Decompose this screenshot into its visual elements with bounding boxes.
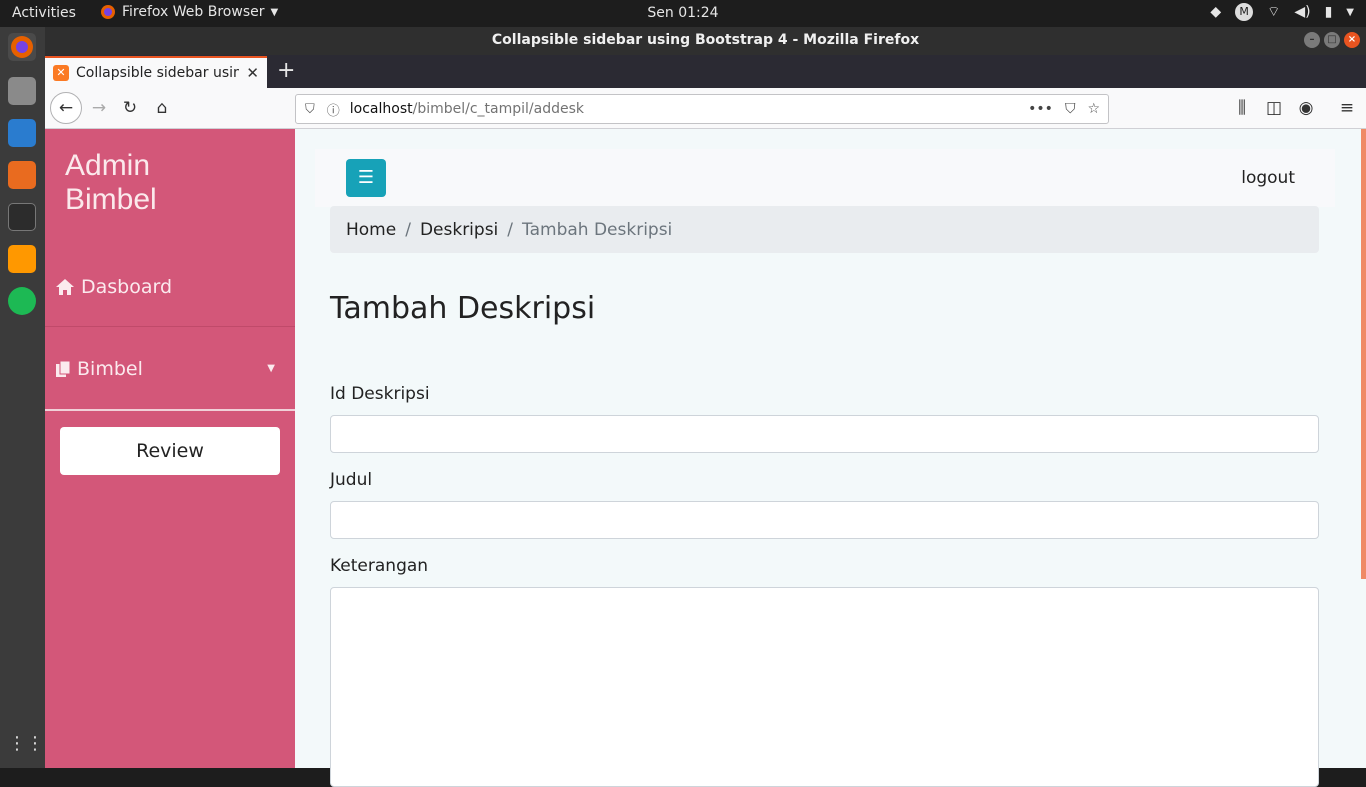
url-bar[interactable]: ⛉ ⓘ localhost/bimbel/c_tampil/addesk •••… (295, 94, 1109, 124)
xampp-favicon-icon: ✕ (53, 65, 69, 81)
firefox-window: Collapsible sidebar using Bootstrap 4 - … (45, 27, 1366, 787)
reload-button[interactable]: ↻ (116, 94, 144, 122)
hamburger-icon: ☰ (357, 167, 375, 188)
new-tab-button[interactable]: + (277, 58, 295, 83)
maximize-button[interactable]: □ (1324, 32, 1340, 48)
url-host: localhost (349, 101, 413, 117)
bookmark-star-icon[interactable]: ☆ (1087, 101, 1100, 117)
dropbox-icon[interactable]: ◆ (1210, 4, 1221, 20)
system-tray[interactable]: ◆ M ⌔ ◀) ▮ ▼ (1210, 3, 1354, 21)
sidebar-brand: Admin Bimbel (65, 149, 157, 217)
keterangan-label: Keterangan (330, 556, 429, 576)
libreoffice-writer-icon[interactable] (8, 119, 36, 147)
forward-button[interactable]: → (85, 94, 113, 122)
spotify-icon[interactable] (8, 287, 36, 315)
top-navbar: ☰ logout (315, 149, 1335, 207)
page-actions-icon[interactable]: ••• (1028, 101, 1053, 117)
back-button[interactable]: ← (50, 92, 82, 124)
scrollbar[interactable] (1361, 129, 1366, 579)
tracking-shield-icon[interactable]: ⛉ (305, 102, 315, 117)
page-title: Tambah Deskripsi (330, 291, 596, 326)
breadcrumb-deskripsi[interactable]: Deskripsi (420, 220, 498, 240)
sidebar-item-dasboard[interactable]: Dasboard (45, 247, 295, 327)
breadcrumb-current: Tambah Deskripsi (522, 219, 673, 240)
home-button[interactable]: ⌂ (148, 94, 176, 122)
caret-down-icon: ▼ (267, 363, 275, 374)
breadcrumb-home[interactable]: Home (346, 220, 396, 240)
software-center-icon[interactable] (8, 161, 36, 189)
show-apps-icon[interactable]: ⋮⋮ (8, 733, 44, 761)
chevron-down-icon[interactable]: ▼ (1346, 7, 1354, 18)
judul-label: Judul (330, 470, 373, 490)
mail-icon[interactable]: M (1235, 3, 1254, 21)
sidebar-item-label: Bimbel (77, 357, 143, 380)
window-titlebar: Collapsible sidebar using Bootstrap 4 - … (45, 27, 1366, 55)
window-title: Collapsible sidebar using Bootstrap 4 - … (491, 32, 920, 48)
firefox-launcher-icon[interactable] (8, 33, 36, 61)
sidebar-item-bimbel[interactable]: Bimbel ▼ (45, 328, 295, 411)
sidebar-item-label: Dasboard (81, 275, 173, 298)
url-path: /bimbel/c_tampil/addesk (412, 101, 585, 117)
id-deskripsi-input[interactable] (330, 415, 1319, 453)
menu-icon[interactable]: ≡ (1333, 94, 1361, 122)
volume-icon: ◀) (1294, 4, 1311, 20)
account-icon[interactable]: ◉ (1292, 94, 1320, 122)
system-top-bar: Activities Firefox Web Browser ▼ Sen 01:… (0, 0, 1366, 27)
clock[interactable]: Sen 01:24 (647, 5, 718, 21)
pocket-icon[interactable]: ⛉ (1065, 101, 1076, 117)
wifi-icon: ⌔ (1267, 4, 1281, 20)
sidebar: Admin Bimbel Dasboard Bimbel ▼ Review (45, 129, 295, 768)
copy-icon (56, 360, 71, 377)
battery-icon: ▮ (1324, 4, 1333, 20)
firefox-icon (101, 5, 115, 19)
activities-button[interactable]: Activities (12, 5, 76, 21)
id-deskripsi-label: Id Deskripsi (330, 384, 430, 404)
home-icon (56, 278, 74, 295)
site-info-icon[interactable]: ⓘ (327, 100, 340, 119)
logout-link[interactable]: logout (1241, 168, 1295, 188)
app-menu-label: Firefox Web Browser (122, 4, 265, 20)
chevron-down-icon: ▼ (270, 6, 279, 18)
sidebar-toggle-button[interactable]: ☰ (346, 159, 386, 197)
library-icon[interactable]: ⫼ (1228, 94, 1256, 122)
minimize-button[interactable]: – (1304, 32, 1320, 48)
keterangan-textarea[interactable] (330, 587, 1319, 787)
close-tab-icon[interactable]: ✕ (246, 64, 259, 82)
tab-title: Collapsible sidebar using Bootstrap 4 (76, 65, 240, 81)
tab-strip: ✕ Collapsible sidebar using Bootstrap 4 … (45, 55, 1366, 88)
dock: ⋮⋮ (0, 27, 45, 768)
judul-input[interactable] (330, 501, 1319, 539)
terminal-icon[interactable] (8, 203, 36, 231)
navigation-toolbar: ← → ↻ ⌂ ⛉ ⓘ localhost/bimbel/c_tampil/ad… (45, 88, 1366, 129)
close-window-button[interactable]: × (1344, 32, 1360, 48)
page-viewport: Admin Bimbel Dasboard Bimbel ▼ Review ☰ … (45, 129, 1366, 787)
sublime-text-icon[interactable] (8, 245, 36, 273)
browser-tab[interactable]: ✕ Collapsible sidebar using Bootstrap 4 … (45, 56, 267, 88)
main-content: ☰ logout Home / Deskripsi / Tambah Deskr… (295, 129, 1366, 787)
app-menu[interactable]: Firefox Web Browser ▼ (100, 4, 278, 20)
files-launcher-icon[interactable] (8, 77, 36, 105)
sidebar-toggle-icon[interactable]: ◫ (1260, 94, 1288, 122)
review-button[interactable]: Review (60, 427, 280, 475)
brand-line-2: Bimbel (65, 183, 157, 216)
breadcrumb: Home / Deskripsi / Tambah Deskripsi (330, 206, 1319, 253)
brand-line-1: Admin (65, 149, 151, 182)
